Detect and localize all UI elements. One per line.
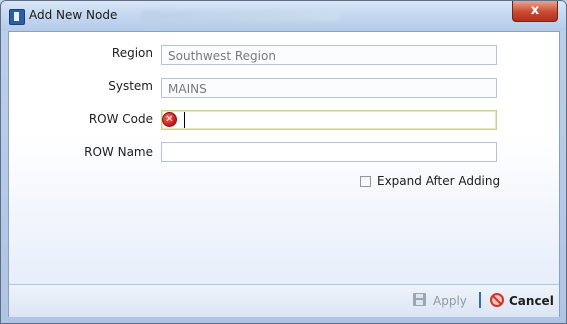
region-label: Region bbox=[111, 46, 153, 60]
row-code-label: ROW Code bbox=[88, 112, 153, 126]
dialog-footer: Apply Cancel bbox=[9, 284, 559, 317]
error-icon: ✕ bbox=[162, 112, 177, 127]
app-icon bbox=[9, 9, 25, 25]
window-title: Add New Node bbox=[29, 8, 118, 22]
button-separator bbox=[479, 292, 481, 308]
close-button[interactable]: x bbox=[512, 1, 558, 22]
system-label: System bbox=[108, 79, 153, 93]
dialog-body: Region Southwest Region System MAINS ROW… bbox=[8, 31, 560, 317]
row-name-label: ROW Name bbox=[84, 145, 153, 159]
expand-after-adding-label[interactable]: Expand After Adding bbox=[377, 174, 500, 188]
region-field[interactable]: Southwest Region bbox=[161, 45, 497, 65]
blurred-title-text bbox=[141, 11, 341, 21]
add-new-node-dialog: Add New Node x Region Southwest Region S… bbox=[0, 0, 567, 324]
system-field[interactable]: MAINS bbox=[161, 78, 497, 98]
expand-after-adding-checkbox[interactable] bbox=[360, 176, 371, 187]
row-code-field[interactable] bbox=[161, 110, 497, 130]
text-caret bbox=[184, 112, 185, 128]
title-bar[interactable]: Add New Node x bbox=[1, 1, 566, 31]
save-icon bbox=[413, 293, 426, 306]
form-area: Region Southwest Region System MAINS ROW… bbox=[9, 32, 559, 284]
cancel-button[interactable]: Cancel bbox=[509, 294, 554, 308]
close-icon: x bbox=[530, 3, 540, 18]
apply-button[interactable]: Apply bbox=[433, 294, 467, 308]
row-name-field[interactable] bbox=[161, 142, 497, 162]
cancel-icon bbox=[490, 293, 504, 307]
